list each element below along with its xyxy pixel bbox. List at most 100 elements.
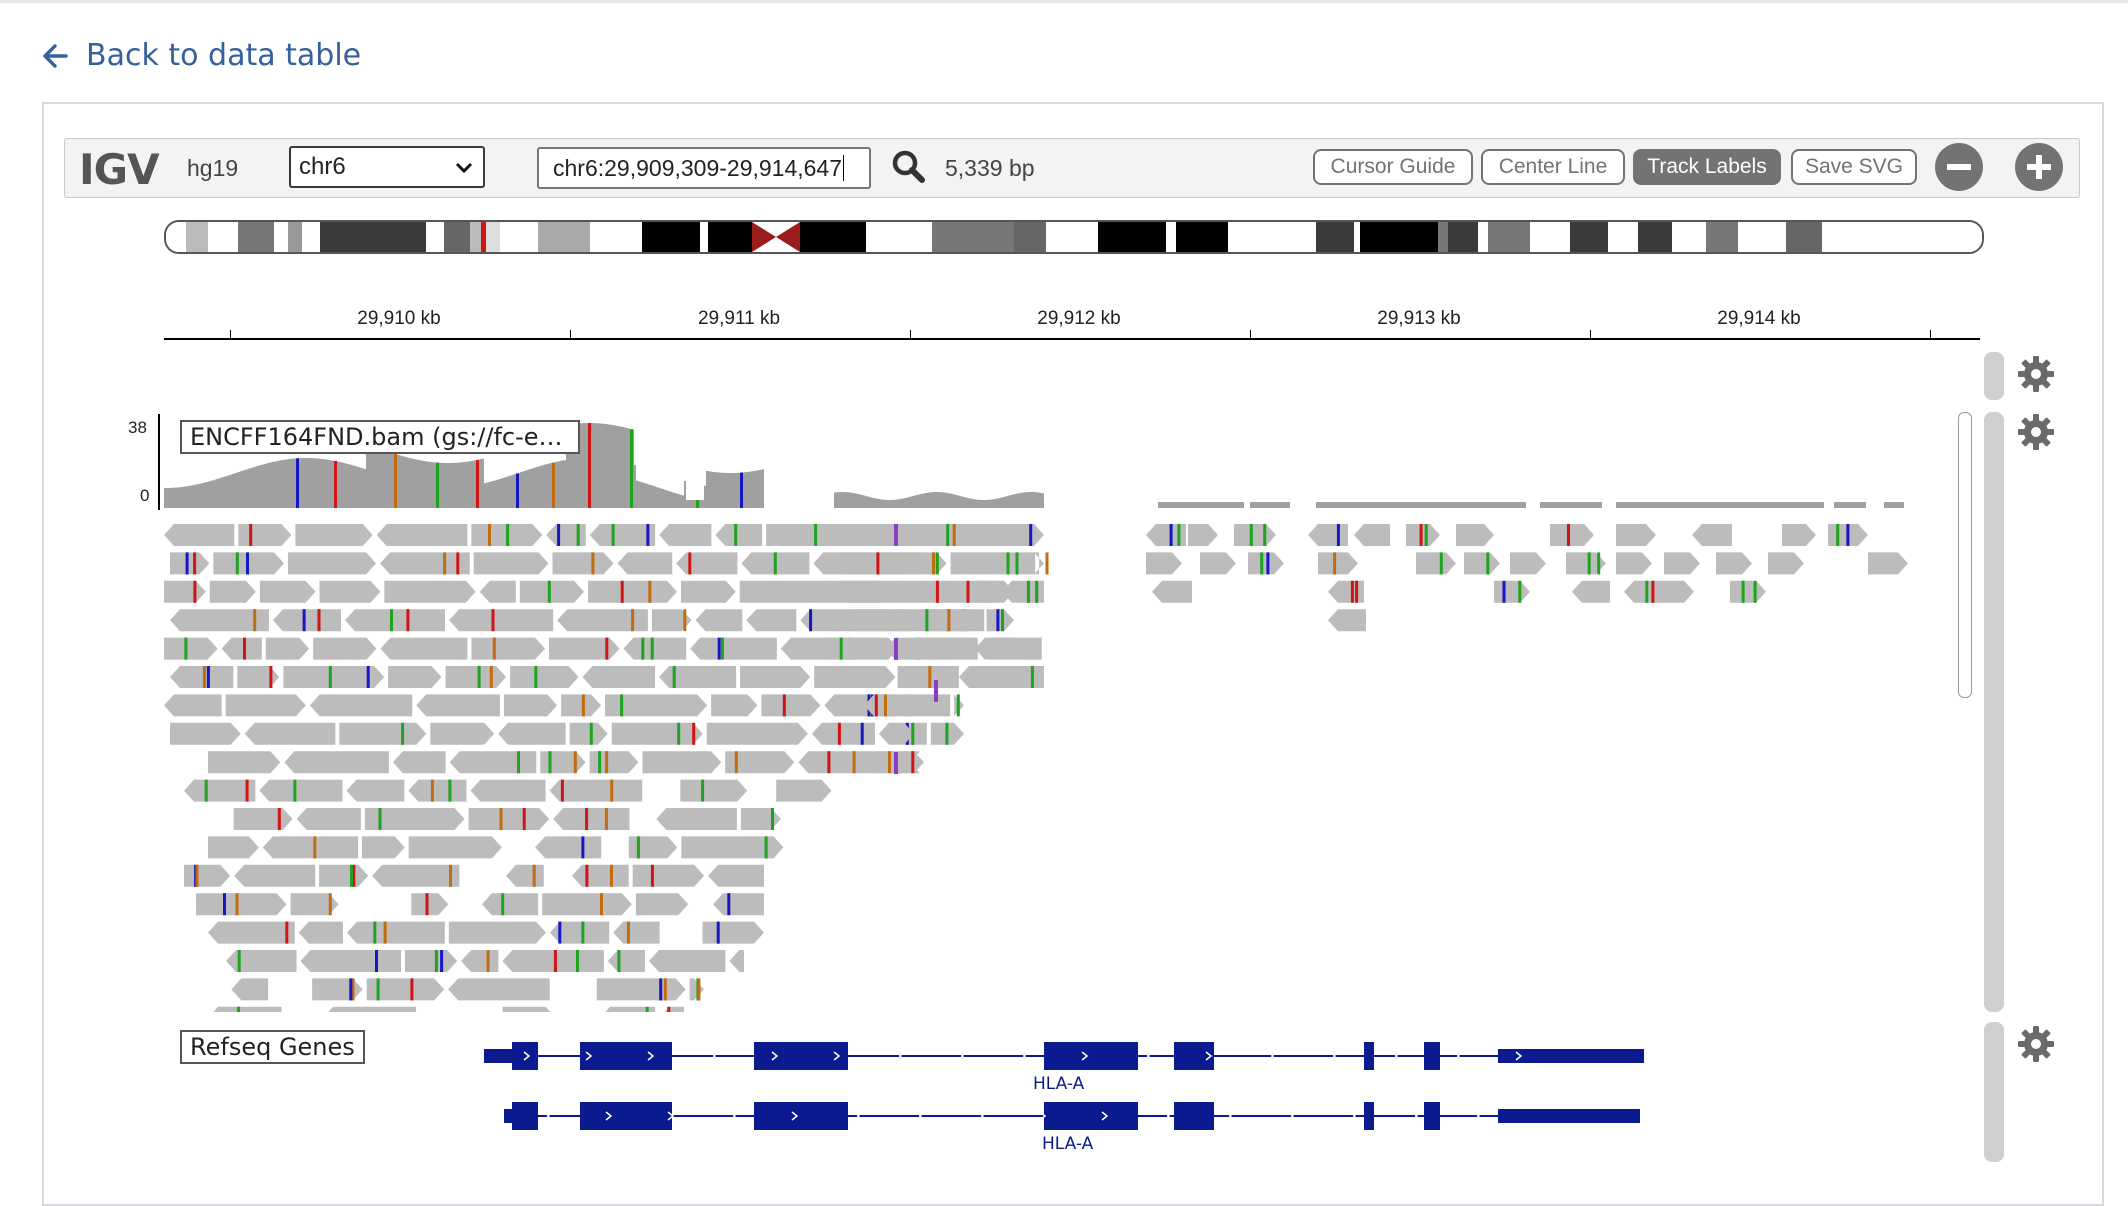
center-line-button[interactable]: Center Line	[1481, 149, 1625, 185]
coverage-bar	[400, 455, 402, 508]
coverage-bar	[682, 495, 684, 508]
read-mismatch	[517, 751, 520, 774]
coverage-bar	[210, 480, 212, 508]
locus-search-input[interactable]: chr6:29,909,309-29,914,647	[537, 147, 871, 189]
coverage-bar	[534, 467, 536, 508]
zoom-in-icon[interactable]	[2015, 143, 2063, 191]
coverage-bar	[1676, 502, 1678, 508]
alignment-track[interactable]	[64, 412, 1980, 1012]
aligned-read	[1494, 580, 1530, 603]
coverage-bar	[1204, 502, 1244, 508]
coverage-bar	[1028, 492, 1030, 508]
coverage-bar	[368, 445, 370, 508]
gene-track-scrollbar[interactable]	[1984, 1022, 2004, 1162]
read-mismatch	[448, 779, 452, 802]
insertion-mark	[934, 680, 938, 702]
cursor-guide-button[interactable]: Cursor Guide	[1313, 149, 1473, 185]
coverage-bar	[382, 449, 384, 508]
coverage-bar	[1678, 502, 1680, 508]
aligned-read	[408, 779, 467, 802]
coverage-bar	[958, 495, 960, 508]
coverage-bar	[658, 487, 660, 508]
read-mismatch	[734, 751, 738, 774]
coverage-bar	[974, 499, 976, 508]
aligned-read	[265, 637, 310, 660]
track-labels-button[interactable]: Track Labels	[1633, 149, 1781, 185]
chromosome-select[interactable]: chr6	[289, 146, 485, 188]
read-mismatch	[1350, 580, 1354, 603]
back-link-label: Back to data table	[86, 38, 362, 73]
coverage-bar	[602, 423, 604, 508]
aligned-read	[296, 808, 361, 830]
coverage-bar	[468, 461, 470, 508]
aligned-read	[740, 666, 811, 688]
coverage-bar	[1736, 502, 1738, 508]
gear-icon[interactable]	[2016, 412, 2056, 457]
read-mismatch	[1846, 524, 1850, 546]
ruler-tick	[1590, 330, 1591, 340]
aligned-read	[1692, 524, 1732, 546]
aligned-read	[284, 751, 389, 774]
coverage-mismatch	[696, 500, 699, 508]
coverage-bar	[1886, 502, 1888, 508]
read-mismatch	[534, 666, 538, 688]
coverage-bar	[1016, 493, 1018, 508]
gear-icon[interactable]	[2016, 354, 2056, 399]
ruler-track-scrollbar[interactable]	[1984, 352, 2004, 400]
aligned-read	[184, 864, 231, 887]
aligned-read	[715, 524, 763, 546]
aligned-read	[328, 1006, 417, 1012]
read-mismatch	[1587, 552, 1591, 575]
coverage-bar	[194, 484, 196, 508]
coverage-bar	[540, 465, 542, 508]
alignment-track-scrollbar[interactable]	[1984, 412, 2004, 1012]
ideogram-band	[1488, 222, 1530, 252]
coverage-bar	[1742, 502, 1744, 508]
coverage-bar	[926, 492, 928, 508]
read-mismatch	[611, 524, 615, 546]
coverage-bar	[304, 458, 306, 508]
chromosome-ideogram[interactable]	[164, 220, 1984, 254]
aligned-read	[164, 524, 235, 546]
read-mismatch	[585, 864, 589, 887]
coverage-bar	[348, 464, 350, 508]
coverage-mismatch	[552, 462, 555, 508]
read-mismatch	[996, 609, 1000, 632]
coverage-bar	[1616, 502, 1676, 508]
read-mismatch	[1169, 524, 1173, 546]
aligned-read	[617, 552, 673, 575]
read-mismatch	[373, 921, 377, 944]
coverage-bar	[530, 468, 532, 508]
ideogram-band	[166, 222, 186, 252]
ruler-tick	[230, 330, 231, 340]
coverage-bar	[224, 476, 226, 508]
read-mismatch	[237, 1006, 240, 1012]
coverage-bar	[472, 460, 474, 508]
coverage-bar	[306, 458, 308, 508]
save-svg-button[interactable]: Save SVG	[1791, 149, 1917, 185]
read-mismatch	[947, 609, 951, 632]
coverage-bar	[874, 498, 876, 508]
search-icon[interactable]	[891, 149, 927, 190]
coverage-bar	[322, 459, 324, 508]
gene-track-name[interactable]: Refseq Genes	[180, 1030, 365, 1064]
locus-value: chr6:29,909,309-29,914,647	[553, 155, 843, 181]
back-to-data-table-link[interactable]: Back to data table	[42, 38, 361, 73]
gear-icon[interactable]	[2016, 1024, 2056, 1069]
coverage-bar	[1892, 502, 1894, 508]
coverage-bar	[1020, 492, 1022, 508]
coverage-bar	[580, 423, 582, 508]
ideogram-band	[590, 222, 642, 252]
aligned-read	[319, 864, 369, 887]
coverage-bar	[722, 472, 724, 508]
coverage-bar	[484, 483, 486, 508]
aligned-read	[170, 722, 241, 745]
read-mismatch	[184, 637, 188, 660]
coverage-bar	[1370, 502, 1372, 508]
alignment-track-name[interactable]: ENCFF164FND.bam (gs://fc-e…	[180, 420, 580, 454]
read-mismatch	[604, 808, 608, 830]
read-mismatch	[646, 524, 650, 546]
zoom-out-icon[interactable]	[1935, 143, 1983, 191]
alignment-inner-scrollbar[interactable]	[1958, 412, 1972, 698]
read-mismatch	[383, 921, 387, 944]
